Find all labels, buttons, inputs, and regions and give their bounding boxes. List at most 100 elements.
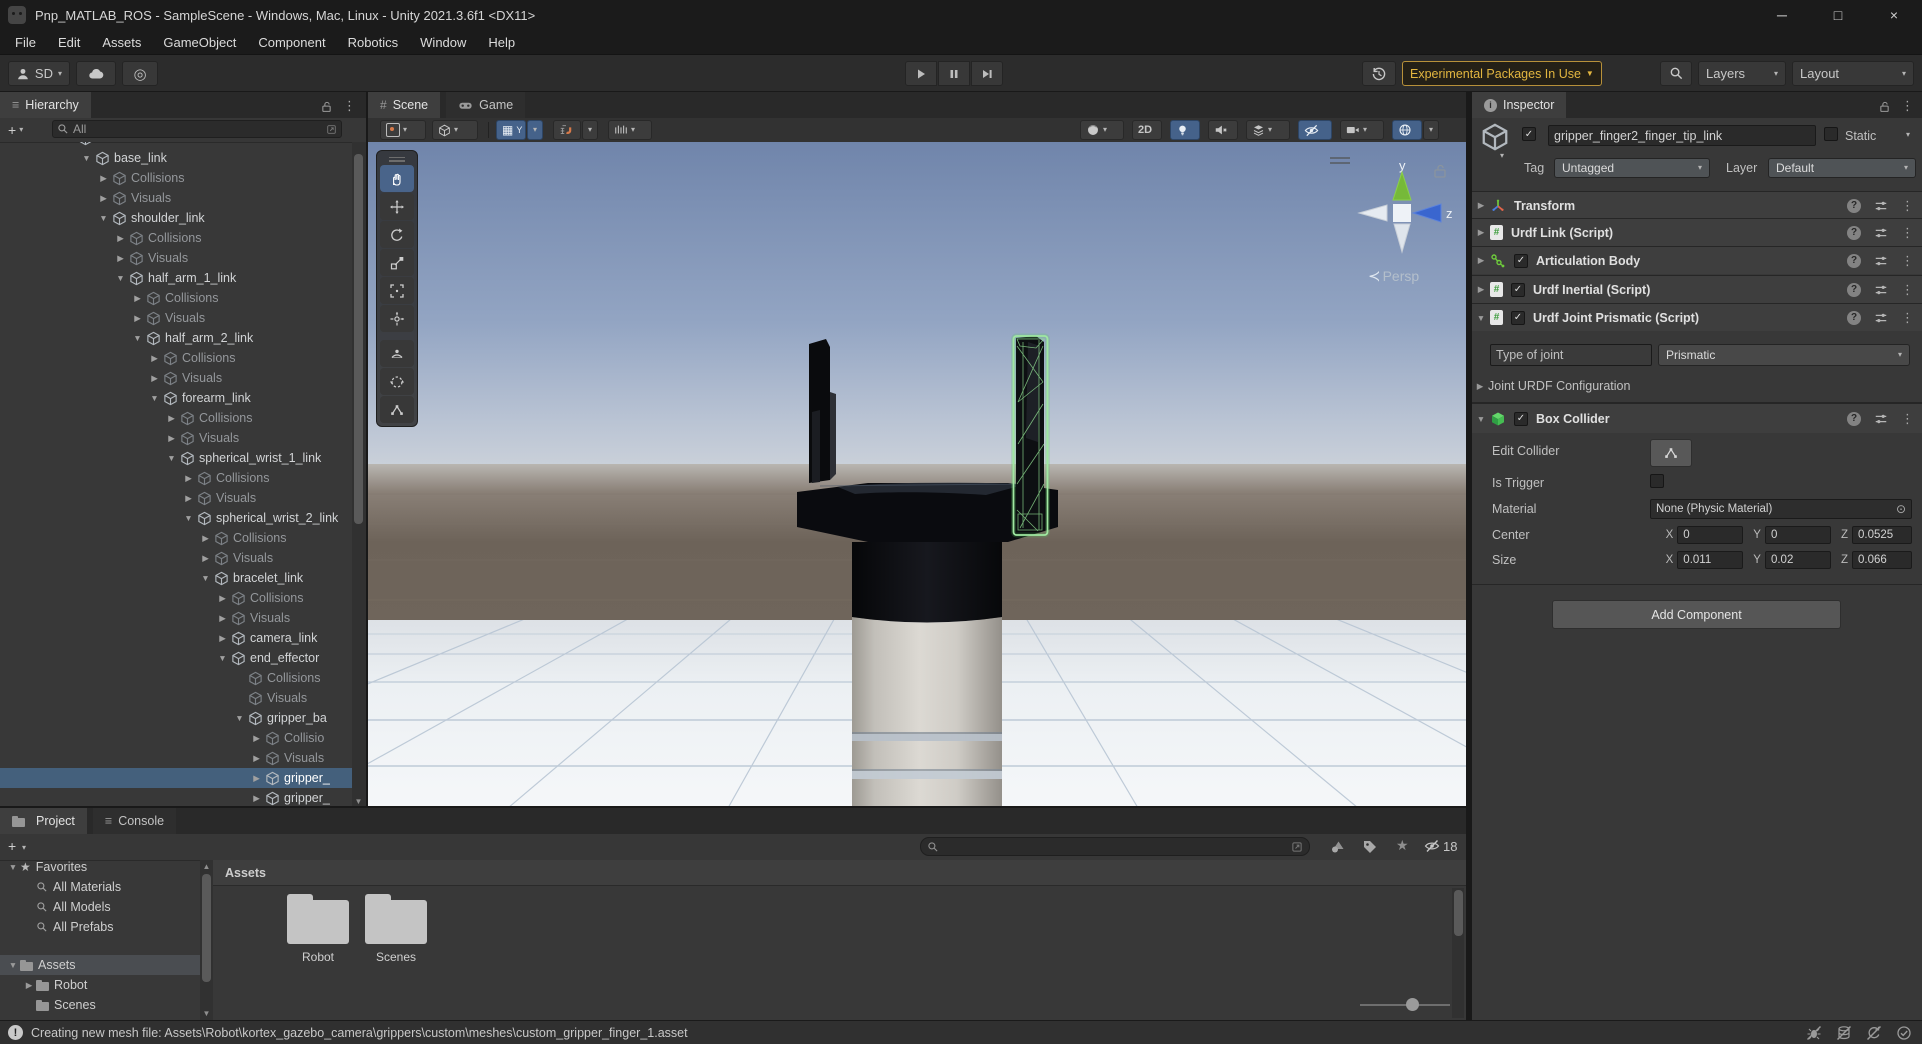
transform-tool-button[interactable] bbox=[380, 305, 414, 332]
tab-console[interactable]: ≡ Console bbox=[93, 808, 176, 834]
kebab-menu-icon[interactable]: ⋮ bbox=[1901, 310, 1914, 326]
close-button[interactable]: × bbox=[1866, 0, 1922, 30]
presets-icon[interactable] bbox=[1874, 254, 1888, 268]
fold-open-icon[interactable]: ▼ bbox=[182, 513, 195, 523]
help-icon[interactable]: ? bbox=[1847, 311, 1861, 325]
status-bar[interactable]: ! Creating new mesh file: Assets\Robot\k… bbox=[0, 1020, 1922, 1044]
fold-open-icon[interactable]: ▼ bbox=[114, 273, 127, 283]
gizmos-button[interactable] bbox=[1392, 120, 1422, 140]
search-button[interactable] bbox=[1660, 61, 1692, 86]
hierarchy-item-collisions[interactable]: ▶Collisions bbox=[0, 228, 352, 248]
fold-arrow-icon[interactable]: ▶ bbox=[22, 980, 36, 991]
collab-button[interactable]: ◎ bbox=[122, 61, 158, 86]
hierarchy-item-half-arm-1-link[interactable]: ▼half_arm_1_link bbox=[0, 268, 352, 288]
project-tree-all-models[interactable]: All Models bbox=[0, 897, 200, 917]
fold-closed-icon[interactable]: ▶ bbox=[131, 293, 144, 304]
open-search-window-icon[interactable] bbox=[1291, 841, 1303, 853]
progress-ok-icon[interactable] bbox=[1896, 1025, 1912, 1041]
fold-closed-icon[interactable]: ▶ bbox=[114, 253, 127, 264]
fold-closed-icon[interactable]: ▶ bbox=[250, 733, 263, 744]
component-articulation-body[interactable]: ▶✓Articulation Body?⋮ bbox=[1472, 246, 1922, 274]
lock-icon[interactable] bbox=[1878, 100, 1891, 113]
cache-disabled-icon[interactable] bbox=[1836, 1025, 1852, 1041]
shading-mode-button[interactable]: ▾ bbox=[1080, 120, 1124, 140]
project-tree-scenes[interactable]: Scenes bbox=[0, 995, 200, 1015]
overlay-drag-handle[interactable] bbox=[377, 154, 417, 164]
hierarchy-item-collisions[interactable]: ▶Collisions bbox=[0, 408, 352, 428]
hierarchy-item-forearm-link[interactable]: ▼forearm_link bbox=[0, 388, 352, 408]
tab-project[interactable]: Project bbox=[0, 808, 87, 834]
custom-tool-arc-button[interactable] bbox=[380, 340, 414, 367]
move-tool-button[interactable] bbox=[380, 193, 414, 220]
hierarchy-item-camera-link[interactable]: ▶camera_link bbox=[0, 628, 352, 648]
fold-closed-icon[interactable]: ▶ bbox=[216, 613, 229, 624]
minimize-button[interactable]: ─ bbox=[1754, 0, 1810, 30]
asset-folder-scenes[interactable]: Scenes bbox=[353, 894, 439, 964]
hierarchy-item-visuals[interactable]: ▶Visuals bbox=[0, 548, 352, 568]
maximize-button[interactable]: □ bbox=[1810, 0, 1866, 30]
hierarchy-scrollbar[interactable]: ▼ bbox=[352, 142, 366, 808]
tag-dropdown[interactable]: Untagged▾ bbox=[1554, 158, 1710, 178]
kebab-menu-icon[interactable]: ⋮ bbox=[1901, 198, 1914, 214]
thumbnail-size-slider[interactable] bbox=[1360, 998, 1450, 1012]
fold-open-icon[interactable]: ▼ bbox=[199, 573, 212, 583]
component-transform[interactable]: ▶Transform?⋮ bbox=[1472, 191, 1922, 219]
menu-gameobject[interactable]: GameObject bbox=[152, 30, 247, 55]
files-scrollbar[interactable]: ▼ bbox=[1452, 888, 1464, 1018]
hierarchy-item-gripper-[interactable]: ▶gripper_ bbox=[0, 788, 352, 808]
gameobject-name-field[interactable]: gripper_finger2_finger_tip_link bbox=[1548, 125, 1816, 146]
asset-folder-robot[interactable]: Robot bbox=[275, 894, 361, 964]
component-enabled-checkbox[interactable]: ✓ bbox=[1511, 283, 1525, 297]
fold-closed-icon[interactable]: ▶ bbox=[148, 353, 161, 364]
presets-icon[interactable] bbox=[1874, 283, 1888, 297]
fold-closed-icon[interactable]: ▶ bbox=[250, 753, 263, 764]
fold-closed-icon[interactable]: ▶ bbox=[165, 413, 178, 424]
menu-file[interactable]: File bbox=[4, 30, 47, 55]
hierarchy-item-collisions[interactable]: ▶Collisions bbox=[0, 288, 352, 308]
fold-closed-icon[interactable]: ▶ bbox=[250, 793, 263, 804]
snap-magnet-caret[interactable]: ▾ bbox=[582, 120, 598, 140]
hierarchy-item-visuals[interactable]: ▶Visuals bbox=[0, 248, 352, 268]
project-tree-scrollbar[interactable]: ▲ ▼ bbox=[200, 860, 213, 1020]
snap-magnet-button[interactable] bbox=[553, 120, 581, 140]
component-enabled-checkbox[interactable]: ✓ bbox=[1511, 311, 1525, 325]
hierarchy-item-collisions[interactable]: ▶Collisions bbox=[0, 588, 352, 608]
effects-button[interactable]: ▾ bbox=[1246, 120, 1290, 140]
component-enabled-checkbox[interactable]: ✓ bbox=[1514, 254, 1528, 268]
add-component-button[interactable]: Add Component bbox=[1552, 600, 1841, 629]
project-tree-all-prefabs[interactable]: All Prefabs bbox=[0, 917, 200, 937]
kebab-menu-icon[interactable]: ⋮ bbox=[1901, 253, 1914, 269]
add-object-button[interactable]: + bbox=[8, 122, 16, 138]
fold-open-icon[interactable]: ▼ bbox=[216, 653, 229, 663]
hierarchy-item-visuals[interactable]: ▶Visuals bbox=[0, 488, 352, 508]
audio-toggle-button[interactable] bbox=[1208, 120, 1238, 140]
component-urdf-joint-prismatic-script-[interactable]: ▼#✓Urdf Joint Prismatic (Script)?⋮ bbox=[1472, 303, 1922, 331]
static-caret[interactable]: ▾ bbox=[1906, 131, 1910, 139]
hierarchy-item-visuals[interactable]: ▶Visuals bbox=[0, 428, 352, 448]
search-picker-icon[interactable] bbox=[326, 124, 337, 135]
fold-closed-icon[interactable]: ▶ bbox=[97, 173, 110, 184]
hidden-count-badge[interactable]: 18 bbox=[1424, 838, 1457, 854]
material-object-field[interactable]: None (Physic Material) ⊙ bbox=[1650, 499, 1912, 519]
component-box-collider[interactable]: ▼ ✓ Box Collider ? ⋮ bbox=[1472, 403, 1922, 433]
scroll-down-icon[interactable]: ▼ bbox=[200, 1009, 213, 1018]
menu-robotics[interactable]: Robotics bbox=[337, 30, 410, 55]
filter-by-type-icon[interactable] bbox=[1330, 839, 1346, 855]
fold-open-icon[interactable]: ▼ bbox=[63, 142, 76, 143]
fold-closed-icon[interactable]: ▶ bbox=[182, 473, 195, 484]
undo-history-button[interactable] bbox=[1362, 61, 1396, 86]
component-enabled-checkbox[interactable]: ✓ bbox=[1514, 412, 1528, 426]
presets-icon[interactable] bbox=[1874, 311, 1888, 325]
fold-arrow-icon[interactable]: ▼ bbox=[6, 960, 20, 970]
hierarchy-item-visuals[interactable]: ▶Visuals bbox=[0, 188, 352, 208]
help-icon[interactable]: ? bbox=[1847, 283, 1861, 297]
hierarchy-item-collisions[interactable]: ▶Collisions bbox=[0, 468, 352, 488]
menu-edit[interactable]: Edit bbox=[47, 30, 91, 55]
size-z-field[interactable]: 0.066 bbox=[1852, 551, 1912, 569]
hierarchy-item-collisions[interactable]: ▶Collisions bbox=[0, 528, 352, 548]
center-y-field[interactable]: 0 bbox=[1765, 526, 1831, 544]
camera-settings-button[interactable]: ▾ bbox=[1340, 120, 1384, 140]
scale-tool-button[interactable] bbox=[380, 249, 414, 276]
account-button[interactable]: SD▾ bbox=[8, 61, 70, 86]
tab-game[interactable]: Game bbox=[446, 92, 525, 118]
